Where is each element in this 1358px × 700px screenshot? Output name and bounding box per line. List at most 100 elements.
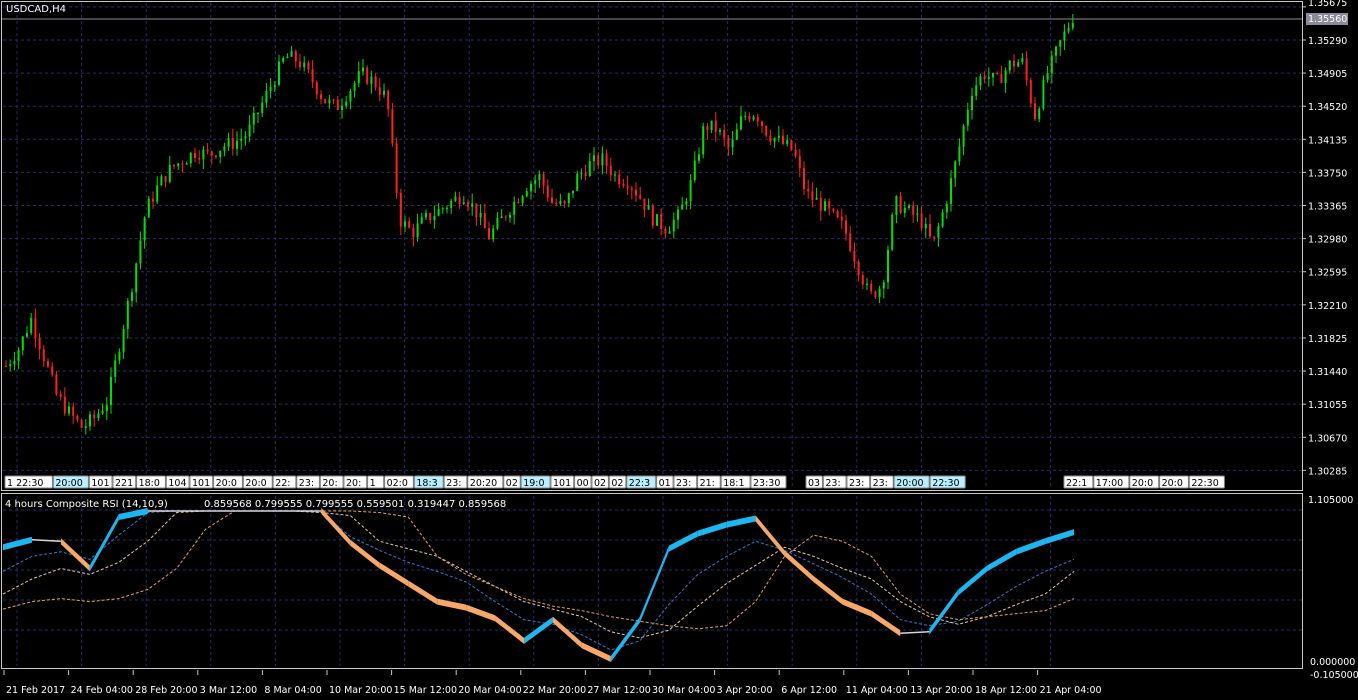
candle-body (164, 176, 167, 183)
event-tag-label: 17:00 (1096, 478, 1123, 489)
candle-body (290, 51, 293, 57)
candle-body (152, 198, 154, 202)
event-tag-label: 02 (506, 478, 518, 489)
candle-body (630, 188, 633, 190)
candle-body (72, 406, 75, 416)
price-tick-label: 1.34905 (1308, 69, 1347, 80)
event-tag-label: 02 (611, 478, 623, 489)
candle-body (950, 178, 952, 205)
candle-body (735, 129, 738, 140)
candle-body (206, 149, 209, 152)
rsi-band-segment (958, 565, 988, 596)
price-axis[interactable]: 1.35290 1.34905 1.34520 1.34135 1.33750 1.333… (1302, 0, 1347, 477)
price-tick-label: 1.31825 (1308, 334, 1347, 345)
candle-body (975, 85, 978, 96)
candle-body (84, 426, 87, 428)
candle-body (719, 130, 721, 132)
event-tag-label: 20:20 (470, 478, 497, 489)
candle-body (265, 91, 268, 103)
candle-body (689, 180, 692, 202)
candle-body (42, 349, 45, 362)
candle-body (391, 109, 394, 144)
event-tag-label: 02:0 (387, 478, 408, 489)
trading-chart[interactable]: USDCAD,H4 1 22:30 20:00 101 221 18:0 104 101 20… (0, 0, 1358, 700)
candle-body (618, 174, 621, 185)
time-tick-label: 15 Mar 12:00 (394, 685, 457, 696)
candle-body (114, 360, 117, 377)
pane-frames (1, 1, 1303, 669)
rsi-band-segment (350, 539, 380, 569)
event-tag-label: 20:0 (1132, 478, 1153, 489)
candle-body (979, 76, 982, 86)
candle-body (353, 83, 356, 92)
candle-body (866, 283, 868, 285)
candle-body (895, 196, 898, 215)
candle-body (324, 98, 327, 104)
event-tag-label: 20:00 (55, 478, 82, 489)
candle-body (1025, 58, 1028, 81)
candle-body (1059, 40, 1062, 47)
candle-body (672, 219, 675, 232)
price-tick-label: 1.30670 (1308, 433, 1347, 444)
rsi-band-segment (1016, 538, 1046, 555)
candle-body (80, 419, 83, 428)
event-tag-label: 23: (676, 478, 691, 489)
candle-body (307, 62, 310, 70)
candle-body (492, 228, 495, 240)
candle-body (597, 155, 600, 166)
candle-body (168, 164, 171, 183)
candle-body (992, 72, 994, 78)
candle-body (748, 116, 751, 120)
candle-body (731, 139, 734, 148)
event-tag-label: 18:1 (723, 478, 744, 489)
event-tag-label: 101 (91, 478, 109, 489)
candle-body (210, 151, 213, 156)
candle-body (110, 376, 112, 405)
current-price-label: 1.35560 (1308, 14, 1347, 25)
candle-body (345, 101, 348, 106)
candle-body (1063, 31, 1066, 41)
candle-body (647, 205, 650, 210)
event-tag-label: 20: (346, 478, 361, 489)
candle-body (996, 72, 999, 74)
event-tag-label: 23: (873, 478, 888, 489)
candle-body (555, 202, 558, 204)
candle-body (572, 190, 574, 194)
event-tag-label: 19:0 (523, 478, 544, 489)
candle-body (798, 156, 801, 169)
rsi-band-segment (60, 538, 90, 572)
candle-body (231, 138, 234, 149)
candle-body (605, 153, 608, 166)
candle-body (870, 283, 873, 292)
candle-body (47, 361, 49, 367)
candle-body (189, 152, 192, 164)
time-tick-label: 24 Feb 04:00 (71, 685, 133, 696)
candle-body (147, 198, 150, 218)
rsi-band-segment (900, 631, 930, 635)
candle-body (450, 200, 453, 208)
rsi-band-segment (147, 510, 177, 512)
candle-body (273, 84, 276, 88)
candle-body (811, 191, 814, 200)
indicator-grid (3, 496, 1302, 666)
rsi-band-segment (929, 589, 959, 635)
candle-body (845, 220, 847, 234)
candle-body (773, 138, 776, 142)
time-axis[interactable]: 21 Feb 2017 24 Feb 04:00 28 Feb 20:00 3 Mar… (3, 670, 1102, 696)
event-tag-label: 00 (577, 478, 589, 489)
candle-body (315, 82, 318, 95)
candle-body (219, 150, 222, 158)
candle-body (362, 67, 364, 72)
candle-body (727, 138, 730, 148)
candle-body (685, 201, 688, 205)
rsi-band-segment (379, 562, 409, 587)
candle-body (51, 366, 54, 375)
candle-body (761, 121, 763, 127)
candle-body (496, 218, 499, 229)
indicator-values: 0.859568 0.799555 0.799555 0.559501 0.31… (204, 499, 506, 510)
time-tick-label: 21 Apr 04:00 (1040, 685, 1102, 696)
candle-body (483, 212, 486, 229)
time-tick-label: 3 Mar 12:00 (200, 685, 257, 696)
candle-body (63, 396, 66, 414)
event-tag-label: 22: (275, 478, 290, 489)
